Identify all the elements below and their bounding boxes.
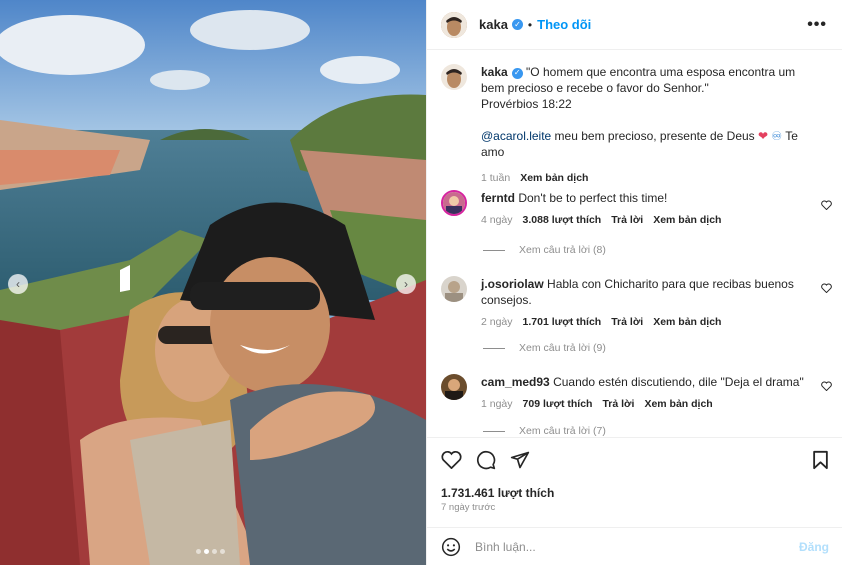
- comment-text: Don't be to perfect this time!: [518, 191, 668, 205]
- carousel-dot: [212, 549, 217, 554]
- prev-slide-button[interactable]: ‹: [8, 274, 28, 294]
- avatar[interactable]: [441, 64, 467, 90]
- comment-time[interactable]: 4 ngày: [481, 212, 513, 228]
- view-replies-button[interactable]: Xem câu trả lời (8): [483, 244, 606, 256]
- carousel-dot: [220, 549, 225, 554]
- reply-button[interactable]: Trả lời: [602, 396, 634, 412]
- view-replies-label: Xem câu trả lời (7): [519, 425, 606, 436]
- save-bookmark-button[interactable]: [812, 450, 829, 470]
- view-replies-label: Xem câu trả lời (8): [519, 244, 606, 256]
- like-heart-icon[interactable]: [441, 450, 462, 469]
- view-replies-label: Xem câu trả lời (9): [519, 342, 606, 354]
- next-slide-button[interactable]: ›: [396, 274, 416, 294]
- post-header: kaka ✓ • Theo dõi •••: [427, 0, 842, 50]
- comment-item: j.osoriolaw Habla con Chicharito para qu…: [441, 276, 836, 330]
- view-replies-button[interactable]: Xem câu trả lời (7): [483, 425, 606, 436]
- share-send-icon[interactable]: [510, 450, 530, 470]
- translate-link[interactable]: Xem bản dịch: [644, 396, 712, 412]
- follow-button[interactable]: Theo dõi: [537, 17, 591, 32]
- chevron-right-icon: ›: [404, 277, 408, 291]
- translate-link[interactable]: Xem bản dịch: [653, 212, 721, 228]
- comment-item: cam_med93 Cuando estén discutiendo, dile…: [441, 374, 836, 412]
- avatar[interactable]: [441, 11, 467, 38]
- caption-line-2: Provérbios 18:22: [481, 97, 572, 111]
- post-comment-button[interactable]: Đăng: [799, 540, 829, 554]
- comment-username[interactable]: cam_med93: [481, 375, 550, 389]
- comment-time[interactable]: 1 ngày: [481, 396, 513, 412]
- verified-badge-icon: ✓: [511, 19, 523, 30]
- carousel-dot-active: [204, 549, 209, 554]
- like-comment-heart-icon[interactable]: [821, 200, 832, 210]
- comment-likes[interactable]: 709 lượt thích: [523, 396, 593, 412]
- comment-text: Cuando estén discutiendo, dile "Deja el …: [553, 375, 804, 389]
- avatar[interactable]: [441, 276, 467, 302]
- like-count[interactable]: 1.731.461 lượt thích: [441, 486, 554, 500]
- like-comment-heart-icon[interactable]: [821, 283, 832, 293]
- post-timestamp[interactable]: 7 ngày trước: [441, 502, 495, 513]
- translate-link[interactable]: Xem bản dịch: [520, 170, 588, 186]
- carousel-indicator: [196, 549, 225, 554]
- reply-button[interactable]: Trả lời: [611, 314, 643, 330]
- comment-time[interactable]: 2 ngày: [481, 314, 513, 330]
- comment-username[interactable]: j.osoriolaw: [481, 277, 544, 291]
- like-comment-heart-icon[interactable]: [821, 381, 832, 391]
- comments-list[interactable]: kaka ✓ "O homem que encontra uma esposa e…: [427, 50, 842, 436]
- comment-input[interactable]: [475, 539, 775, 554]
- bookmark-icon: [813, 450, 828, 470]
- caption-line-1: "O homem que encontra uma esposa encontr…: [481, 65, 796, 95]
- comment-item: ferntd Don't be to perfect this time! 4 …: [441, 190, 836, 228]
- post-side-panel: kaka ✓ • Theo dõi ••• kaka ✓ "O homem que…: [426, 0, 842, 565]
- caption-text: kaka ✓ "O homem que encontra uma esposa e…: [481, 64, 821, 160]
- post-actions: 1.731.461 lượt thích 7 ngày trước: [427, 437, 842, 527]
- translate-link[interactable]: Xem bản dịch: [653, 314, 721, 330]
- caption-line-3: meu bem precioso, presente de Deus: [551, 129, 758, 143]
- comment-username[interactable]: ferntd: [481, 191, 515, 205]
- post-photo[interactable]: ‹ ›: [0, 0, 426, 565]
- comment-composer: Đăng: [427, 527, 842, 565]
- caption-time[interactable]: 1 tuần: [481, 170, 510, 186]
- avatar[interactable]: [441, 190, 467, 216]
- comment-likes[interactable]: 3.088 lượt thích: [523, 212, 602, 228]
- author-username[interactable]: kaka: [479, 17, 508, 32]
- more-options-icon[interactable]: •••: [807, 16, 827, 34]
- heart-emoji: ❤: [758, 129, 769, 143]
- photo-image: [0, 0, 426, 565]
- reply-button[interactable]: Trả lời: [611, 212, 643, 228]
- verified-badge-icon: ✓: [511, 67, 523, 79]
- chevron-left-icon: ‹: [16, 277, 20, 291]
- comment-bubble-icon[interactable]: [476, 450, 496, 470]
- carousel-dot: [196, 549, 201, 554]
- separator: •: [527, 17, 533, 32]
- view-replies-button[interactable]: Xem câu trả lời (9): [483, 342, 606, 354]
- comment-likes[interactable]: 1.701 lượt thích: [523, 314, 602, 330]
- emoji-smiley-icon[interactable]: [441, 537, 461, 557]
- mention-link[interactable]: @acarol.leite: [481, 129, 551, 143]
- avatar[interactable]: [441, 374, 467, 400]
- infinity-emoji: ♾: [771, 129, 783, 143]
- caption: kaka ✓ "O homem que encontra uma esposa e…: [441, 64, 836, 186]
- caption-username[interactable]: kaka: [481, 65, 508, 79]
